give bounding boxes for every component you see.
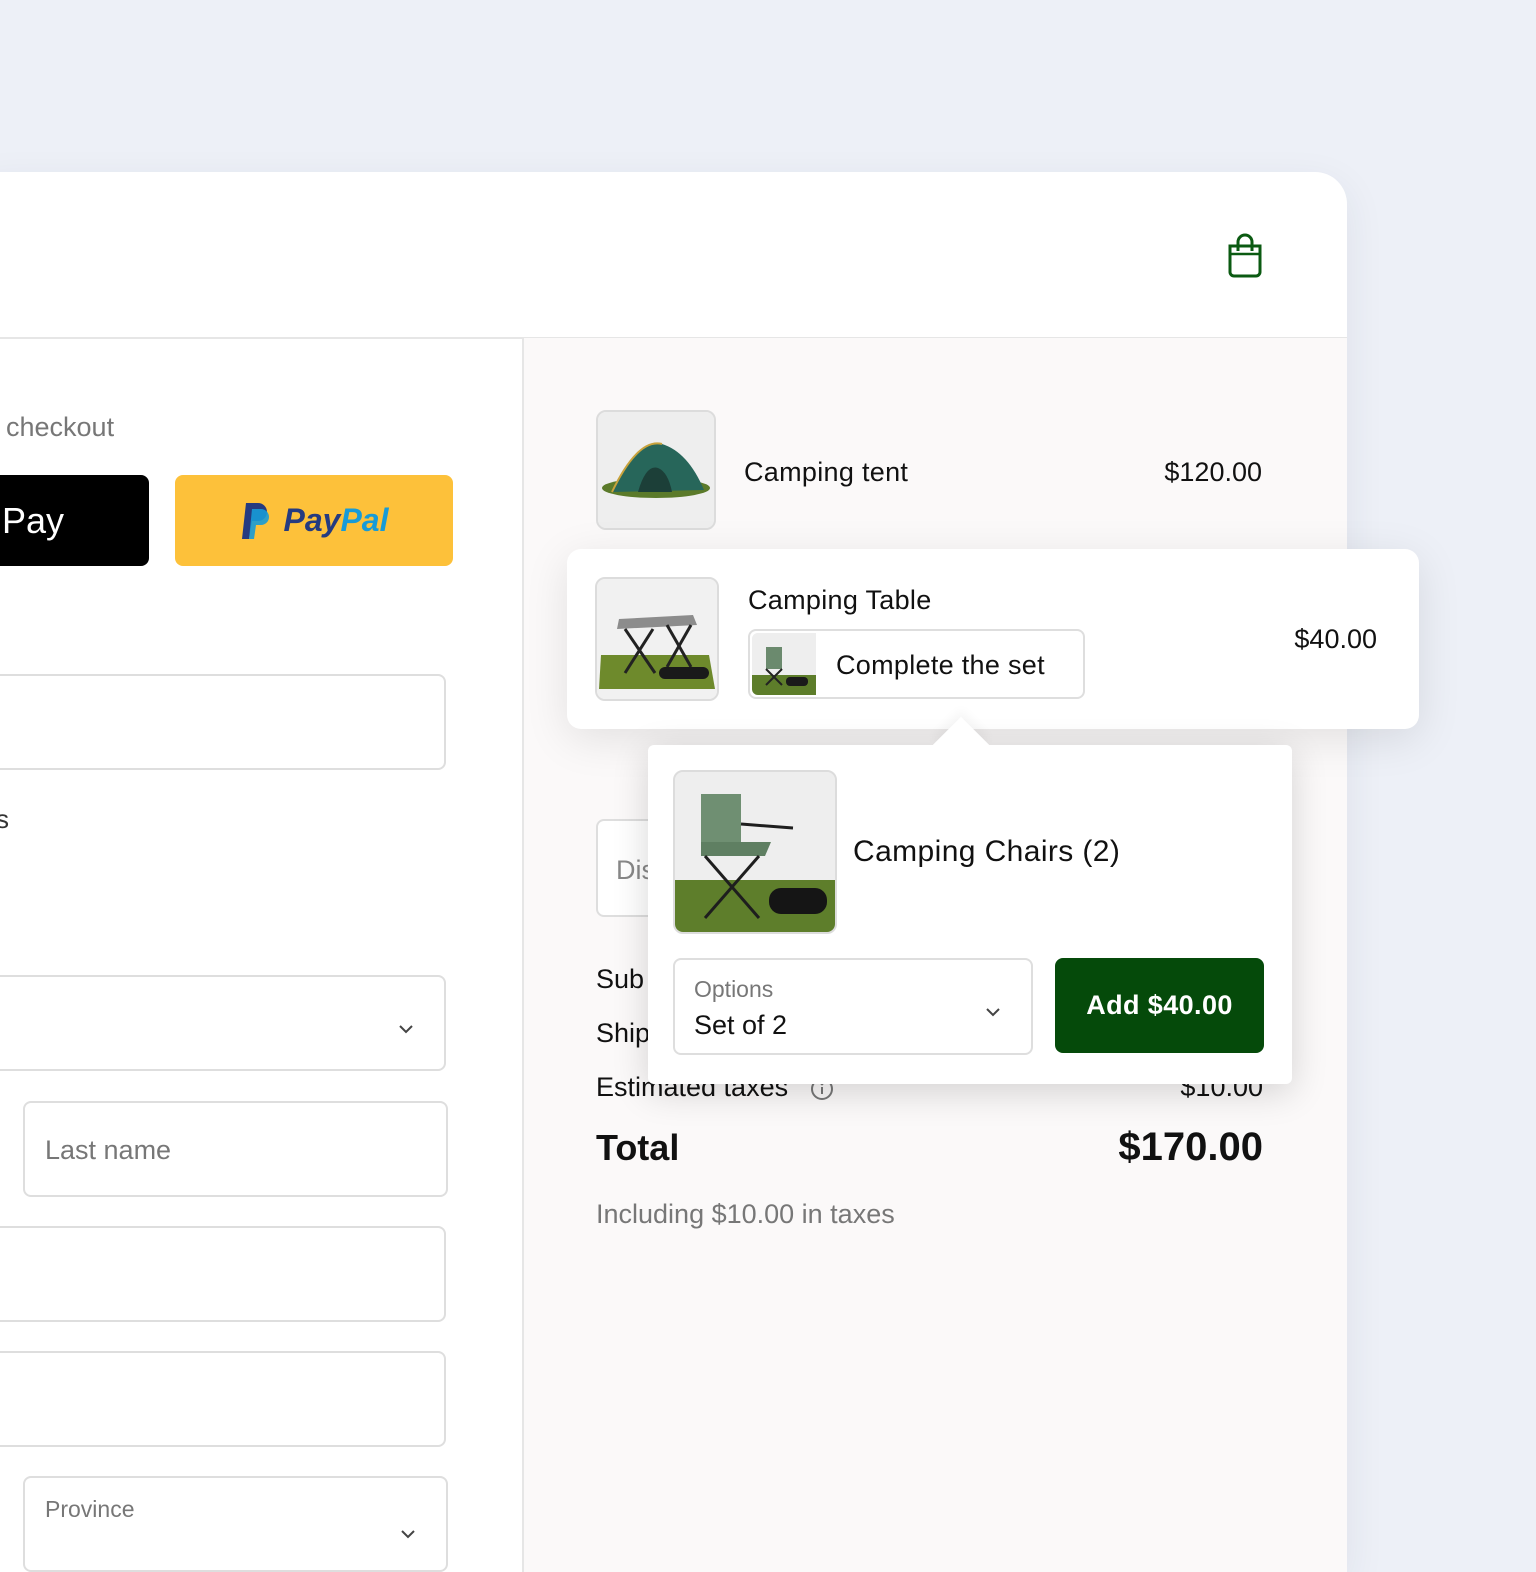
apple-pay-button[interactable]: Pay [0,475,149,566]
chevron-down-icon [986,1008,1000,1017]
shopping-bag-icon[interactable] [1225,232,1265,278]
add-to-order-button[interactable]: Add $40.00 [1055,958,1264,1053]
last-name-placeholder: Last name [45,1135,172,1165]
camping-chairs-thumbnail [673,770,837,934]
options-value: Set of 2 [694,1010,788,1040]
camping-tent-price: $120.00 [1164,457,1262,487]
chevron-down-icon [399,1025,413,1034]
province-label: Province [45,1496,135,1522]
camping-table-line-item: Camping Table Complete the set $40.00 [567,549,1419,729]
tent-image [598,412,714,528]
camping-tent-name: Camping tent [744,457,909,487]
checkout-header [0,172,1347,339]
camping-chairs-name: Camping Chairs (2) [853,835,1121,868]
partial-label-text: s [0,804,9,834]
email-field[interactable] [0,674,446,770]
province-select[interactable]: Province [23,1476,448,1572]
tax-note: Including $10.00 in taxes [596,1199,895,1229]
options-label: Options [694,976,774,1002]
last-name-field[interactable]: Last name [23,1101,448,1197]
apple-pay-label: Pay [2,499,65,541]
camping-tent-thumbnail [596,410,716,530]
total-value: $170.00 [1118,1125,1263,1169]
total-label: Total [596,1127,680,1168]
table-image [597,579,717,699]
paypal-button[interactable]: PayPal [175,475,453,566]
address-field[interactable] [0,1226,446,1322]
paypal-icon [241,502,269,539]
chevron-down-icon [401,1530,415,1539]
chair-image [675,772,835,932]
paypal-wordmark: PayPal [283,502,389,538]
camping-table-name: Camping Table [748,585,932,615]
chair-mini-thumbnail [752,633,816,695]
apartment-field[interactable] [0,1351,446,1447]
camping-table-price: $40.00 [1294,624,1377,654]
complete-the-set-button[interactable]: Complete the set [748,629,1085,699]
options-select[interactable]: Options Set of 2 [673,958,1033,1055]
express-checkout-label: checkout [6,412,115,442]
country-select[interactable] [0,975,446,1071]
complete-the-set-label: Complete the set [836,650,1045,680]
chair-mini-image [752,633,816,695]
camping-table-thumbnail [595,577,719,701]
shipping-label: Ship [596,1018,651,1048]
subtotal-label: Sub [596,964,645,994]
upsell-popover: Camping Chairs (2) Options Set of 2 Add … [648,716,1292,1084]
